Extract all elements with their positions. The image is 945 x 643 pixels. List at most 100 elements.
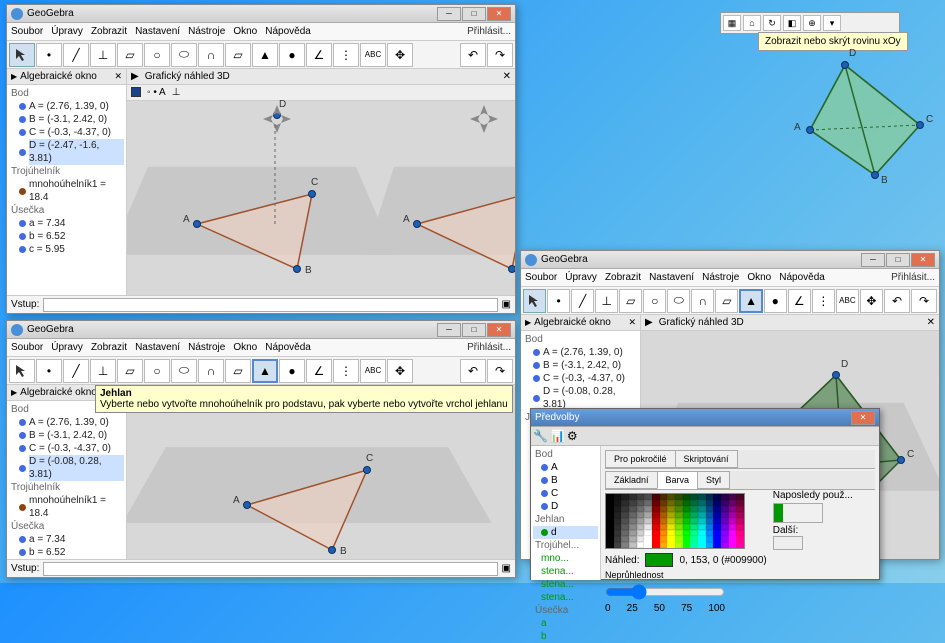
tool-angle[interactable]: ∠ xyxy=(306,359,332,383)
titlebar[interactable]: GeoGebra ─ □ ✕ xyxy=(7,5,515,23)
minimize-button[interactable]: ─ xyxy=(437,323,461,337)
toggle-plane-button[interactable]: ▦ xyxy=(723,15,741,31)
undo-button[interactable]: ↶ xyxy=(460,359,486,383)
list-item[interactable]: D = (-2.47, -1.6, 3.81) xyxy=(9,139,124,165)
rotate-button[interactable]: ↻ xyxy=(763,15,781,31)
color-palette[interactable] xyxy=(605,493,745,549)
close-button[interactable]: ✕ xyxy=(487,7,511,21)
tool-circle[interactable]: ○ xyxy=(144,43,170,67)
menu-item[interactable]: Soubor xyxy=(11,26,43,37)
tool-pointer[interactable] xyxy=(9,359,35,383)
tool-move[interactable]: ✥ xyxy=(387,43,413,67)
tool-pyramid[interactable]: ▲ xyxy=(739,289,762,313)
list-item[interactable]: C = (-0.3, -4.37, 0) xyxy=(9,126,124,139)
props-toolbar-icon[interactable]: ⚙ xyxy=(567,429,578,443)
tool-perp[interactable]: ⊥ xyxy=(90,43,116,67)
tool-point[interactable]: • xyxy=(36,43,62,67)
tool-sphere[interactable]: ● xyxy=(279,359,305,383)
tool-plane[interactable]: ▱ xyxy=(225,43,251,67)
list-item[interactable]: A = (2.76, 1.39, 0) xyxy=(9,100,124,113)
minimize-button[interactable]: ─ xyxy=(437,7,461,21)
point-marker[interactable] xyxy=(193,220,201,228)
point-marker[interactable] xyxy=(508,265,515,273)
tool-perp[interactable]: ⊥ xyxy=(90,359,116,383)
login-link[interactable]: Přihlásit... xyxy=(467,26,511,37)
redo-button[interactable]: ↷ xyxy=(487,43,513,67)
tool-reflect[interactable]: ⋮ xyxy=(333,359,359,383)
tool-intersect[interactable]: ∩ xyxy=(198,43,224,67)
tetrahedron-preview xyxy=(790,50,940,190)
props-toolbar-icon[interactable]: 🔧 xyxy=(533,429,548,443)
close-button[interactable]: ✕ xyxy=(851,411,875,425)
menu-item[interactable]: Úpravy xyxy=(51,26,83,37)
tab-color[interactable]: Barva xyxy=(657,471,699,489)
object-tree: Bod A B C D Jehlan d Trojúhel... mno... … xyxy=(531,446,601,580)
undo-button[interactable]: ↶ xyxy=(460,43,486,67)
menu-item[interactable]: Nástroje xyxy=(188,26,225,37)
tool-intersect[interactable]: ∩ xyxy=(198,359,224,383)
tool-line[interactable]: ╱ xyxy=(63,359,89,383)
tool-pyramid[interactable]: ▲ xyxy=(252,43,278,67)
list-item[interactable]: mnohoúhelník1 = 18.4 xyxy=(9,178,124,204)
tool-polygon[interactable]: ▱ xyxy=(117,359,143,383)
point-marker[interactable] xyxy=(413,220,421,228)
maximize-button[interactable]: □ xyxy=(462,7,486,21)
opacity-slider[interactable] xyxy=(605,584,725,600)
window-2: GeoGebra ─□✕ SouborÚpravyZobrazitNastave… xyxy=(6,320,516,578)
tool-conic[interactable]: ⬭ xyxy=(171,43,197,67)
point-icon xyxy=(19,149,26,156)
triangle-shape xyxy=(137,109,387,295)
segment-icon xyxy=(19,220,26,227)
tool-line[interactable]: ╱ xyxy=(63,43,89,67)
other-color-button[interactable] xyxy=(773,536,803,550)
tab-scripting[interactable]: Skriptování xyxy=(675,450,738,468)
redo-button[interactable]: ↷ xyxy=(487,359,513,383)
axis-icon[interactable]: ⊥ xyxy=(172,87,181,98)
zoom-button[interactable]: ⊕ xyxy=(803,15,821,31)
tab-style[interactable]: Styl xyxy=(697,471,730,489)
menu-item[interactable]: Zobrazit xyxy=(91,26,127,37)
tool-circle[interactable]: ○ xyxy=(144,359,170,383)
tool-conic[interactable]: ⬭ xyxy=(171,359,197,383)
command-input[interactable] xyxy=(43,298,497,312)
close-panel-icon[interactable]: ✕ xyxy=(503,71,511,82)
app-title: GeoGebra xyxy=(27,8,74,19)
input-help-icon[interactable]: ▣ xyxy=(502,563,511,574)
home-button[interactable]: ⌂ xyxy=(743,15,761,31)
list-item[interactable]: b = 6.52 xyxy=(9,230,124,243)
close-panel-icon[interactable]: ✕ xyxy=(114,71,122,82)
props-toolbar-icon[interactable]: 📊 xyxy=(550,429,565,443)
tool-text[interactable]: ABC xyxy=(360,43,386,67)
point-marker[interactable] xyxy=(308,190,316,198)
list-item[interactable]: c = 5.95 xyxy=(9,243,124,256)
command-input[interactable] xyxy=(43,562,497,576)
plane-tooltip: Zobrazit nebo skrýt rovinu xOy xyxy=(758,32,908,51)
tool-plane[interactable]: ▱ xyxy=(225,359,251,383)
tool-text[interactable]: ABC xyxy=(360,359,386,383)
view-button[interactable]: ◧ xyxy=(783,15,801,31)
list-item[interactable]: a = 7.34 xyxy=(9,217,124,230)
segment-icon xyxy=(19,246,26,253)
input-help-icon[interactable]: ▣ xyxy=(502,299,511,310)
tool-reflect[interactable]: ⋮ xyxy=(333,43,359,67)
tool-polygon[interactable]: ▱ xyxy=(117,43,143,67)
titlebar[interactable]: GeoGebra ─□✕ xyxy=(7,321,515,339)
tool-pyramid[interactable]: ▲ xyxy=(252,359,278,383)
panel-header[interactable]: ▶Algebraické okno✕ xyxy=(7,69,126,85)
maximize-button[interactable]: □ xyxy=(462,323,486,337)
tab-advanced[interactable]: Pro pokročilé xyxy=(605,450,676,468)
menu-item[interactable]: Nápověda xyxy=(265,26,311,37)
tool-move[interactable]: ✥ xyxy=(387,359,413,383)
menu-item[interactable]: Nastavení xyxy=(135,26,180,37)
tool-point[interactable]: • xyxy=(36,359,62,383)
list-item[interactable]: B = (-3.1, 2.42, 0) xyxy=(9,113,124,126)
tab-basic[interactable]: Základní xyxy=(605,471,658,489)
tool-angle[interactable]: ∠ xyxy=(306,43,332,67)
point-marker[interactable] xyxy=(293,265,301,273)
tool-pointer[interactable] xyxy=(9,43,35,67)
menu-item[interactable]: Okno xyxy=(233,26,257,37)
options-button[interactable]: ▾ xyxy=(823,15,841,31)
close-button[interactable]: ✕ xyxy=(487,323,511,337)
tool-sphere[interactable]: ● xyxy=(279,43,305,67)
3d-view[interactable]: ▶Grafický náhled 3D✕ ◦ • A⊥ A B C D A B … xyxy=(127,69,515,295)
